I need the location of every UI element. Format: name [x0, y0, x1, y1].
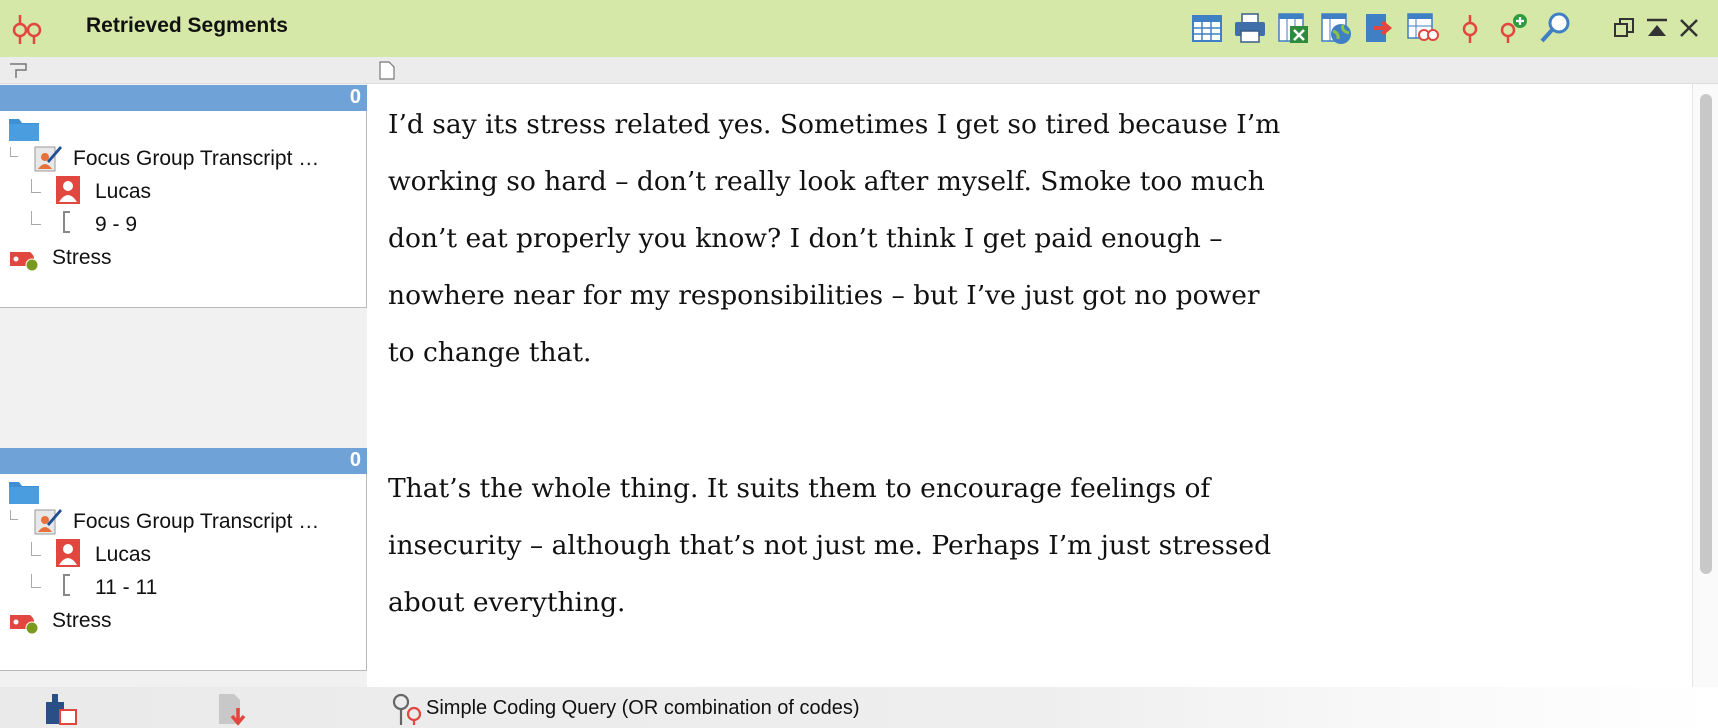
document-down-icon[interactable]: [216, 692, 252, 726]
coding-query-icon: [392, 693, 422, 725]
web-export-icon[interactable]: [1319, 11, 1353, 45]
code-pin-icon[interactable]: [1455, 11, 1489, 45]
tree-connector: [31, 542, 41, 556]
text-line: about everything.: [388, 587, 626, 618]
segments-list-panel: 0 Focus Group Transcript … Lucas 9 - 9 S…: [0, 57, 367, 687]
segment-document-name[interactable]: Focus Group Transcript …: [73, 147, 319, 171]
text-line: working so hard – don’t really look afte…: [388, 166, 1265, 197]
collapse-icon[interactable]: [1645, 16, 1669, 40]
close-icon[interactable]: [1677, 16, 1701, 40]
document-edit-icon: [34, 146, 62, 172]
segment-range[interactable]: 9 - 9: [95, 213, 137, 237]
tree-connector: [10, 147, 18, 157]
segment-header-bar: 0: [0, 448, 367, 474]
paragraph-bracket-icon: [63, 574, 70, 596]
segment-weight: 0: [349, 449, 361, 471]
segment-speaker-name[interactable]: Lucas: [95, 543, 151, 567]
tree-connector: [31, 211, 41, 225]
segment-text-paragraph[interactable]: I’d say its stress related yes. Sometime…: [388, 96, 1388, 381]
folder-icon: [9, 119, 39, 141]
flag-icon: [10, 63, 27, 78]
segment-speaker-name[interactable]: Lucas: [95, 180, 151, 204]
code-tag-icon: [10, 615, 39, 635]
excel-export-icon[interactable]: [1276, 11, 1310, 45]
segment-card[interactable]: 0 Focus Group Transcript … Lucas 11 - 11: [0, 448, 367, 671]
segment-header-bar: 0: [0, 85, 367, 111]
paragraph-bracket-icon: [63, 211, 70, 233]
window-title: Retrieved Segments: [86, 14, 288, 37]
segment-text-paragraph[interactable]: That’s the whole thing. It suits them to…: [388, 460, 1388, 631]
tree-connector: [31, 574, 41, 588]
query-status-label: Simple Coding Query (OR combination of c…: [426, 697, 860, 719]
text-line: I’d say its stress related yes. Sometime…: [388, 109, 1281, 140]
segment-range[interactable]: 11 - 11: [95, 576, 157, 600]
scrollbar-thumb[interactable]: [1700, 94, 1712, 574]
page-icon: [379, 61, 395, 80]
text-line: to change that.: [388, 337, 592, 368]
weight-filter-icon[interactable]: [44, 692, 80, 726]
search-icon[interactable]: [1539, 11, 1573, 45]
print-icon[interactable]: [1233, 11, 1267, 45]
status-bar: Simple Coding Query (OR combination of c…: [0, 687, 1718, 728]
segment-document-name[interactable]: Focus Group Transcript …: [73, 510, 319, 534]
retrieved-segments-app-icon: [12, 15, 42, 44]
speaker-icon: [56, 539, 80, 567]
code-add-icon[interactable]: [1496, 11, 1530, 45]
segment-text-view[interactable]: I’d say its stress related yes. Sometime…: [367, 84, 1692, 687]
text-line: don’t eat properly you know? I don’t thi…: [388, 223, 1223, 254]
title-bar: Retrieved Segments: [0, 0, 1718, 57]
tree-connector: [10, 510, 18, 520]
segments-list-header: [0, 57, 367, 84]
code-tag-icon: [10, 252, 39, 272]
restore-icon[interactable]: [1612, 16, 1636, 40]
folder-icon: [9, 482, 39, 504]
text-view-header: [367, 57, 1718, 84]
segment-code-name[interactable]: Stress: [52, 246, 112, 270]
table-view-icon[interactable]: [1190, 11, 1224, 45]
tree-connector: [31, 179, 41, 193]
text-line: nowhere near for my responsibilities – b…: [388, 280, 1260, 311]
segment-weight: 0: [349, 86, 361, 108]
vertical-scrollbar[interactable]: [1692, 84, 1718, 687]
segment-card[interactable]: 0 Focus Group Transcript … Lucas 9 - 9 S…: [0, 85, 367, 308]
segment-code-name[interactable]: Stress: [52, 609, 112, 633]
text-line: insecurity – although that’s not just me…: [388, 530, 1272, 561]
table-code-icon[interactable]: [1405, 11, 1439, 45]
text-line: That’s the whole thing. It suits them to…: [388, 473, 1211, 504]
speaker-icon: [56, 176, 80, 204]
export-arrow-icon[interactable]: [1362, 11, 1396, 45]
document-edit-icon: [34, 509, 62, 535]
